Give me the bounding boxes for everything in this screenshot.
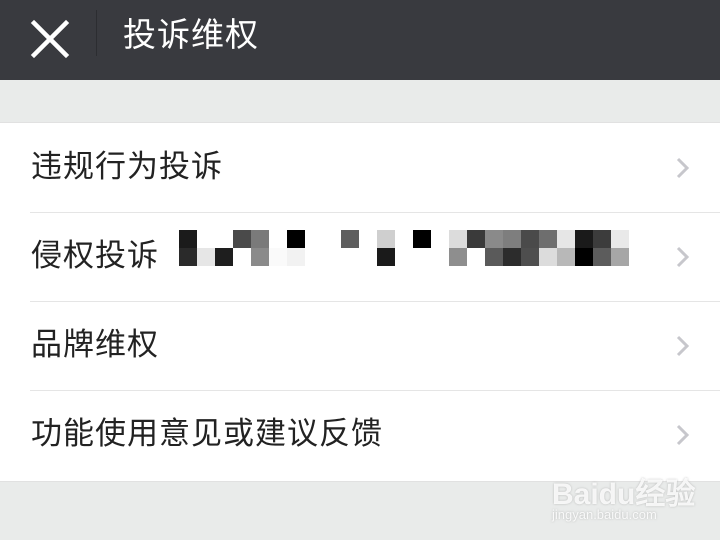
titlebar-divider xyxy=(96,10,97,56)
redaction-pixel xyxy=(377,230,395,248)
menu-item-brand-protection[interactable]: 品牌维权 xyxy=(0,301,720,390)
redaction-pixel xyxy=(485,248,503,266)
redaction-pixel xyxy=(251,248,269,266)
redaction-pixel xyxy=(251,230,269,248)
chevron-right-icon xyxy=(676,157,690,179)
redaction-pixel xyxy=(179,230,197,248)
chevron-right-icon xyxy=(676,424,690,446)
redaction-pixel xyxy=(539,230,557,248)
redaction-pixel xyxy=(377,248,395,266)
menu-list: 违规行为投诉 侵权投诉 品牌维权 功能使用意见或建议反馈 xyxy=(0,122,720,482)
redaction-pixel xyxy=(611,248,629,266)
menu-item-violation-complaint[interactable]: 违规行为投诉 xyxy=(0,123,720,212)
menu-item-label: 侵权投诉 xyxy=(31,238,159,274)
redaction-pixel xyxy=(521,230,539,248)
page-title: 投诉维权 xyxy=(123,15,259,54)
redaction-pixel xyxy=(449,230,467,248)
menu-item-label: 功能使用意见或建议反馈 xyxy=(31,416,383,452)
chevron-right-icon xyxy=(676,246,690,268)
redaction-pixel xyxy=(611,230,629,248)
close-icon xyxy=(24,13,76,65)
redaction-pixel xyxy=(593,248,611,266)
redaction-pixel xyxy=(557,230,575,248)
title-bar: 投诉维权 xyxy=(0,0,720,80)
redaction-pixel xyxy=(449,248,467,266)
redaction-pixel xyxy=(467,230,485,248)
redaction-pixel xyxy=(575,230,593,248)
redaction-pixel xyxy=(557,248,575,266)
redaction-pixel xyxy=(503,248,521,266)
menu-item-label: 违规行为投诉 xyxy=(31,149,223,185)
complaint-page: 投诉维权 违规行为投诉 侵权投诉 品牌维权 功能使用意见或建议反馈 Baidu经… xyxy=(0,0,720,540)
redaction-pixel xyxy=(539,248,557,266)
redaction-pixel xyxy=(215,248,233,266)
redaction-pixel xyxy=(287,248,305,266)
close-button[interactable] xyxy=(24,13,76,65)
redaction-pixel xyxy=(341,230,359,248)
chevron-right-icon xyxy=(676,335,690,357)
redaction-pixel xyxy=(269,248,287,266)
redaction-pixel xyxy=(233,230,251,248)
redaction-pixel xyxy=(503,230,521,248)
redaction-pixel xyxy=(593,230,611,248)
redaction-pixel xyxy=(521,248,539,266)
redaction-pixel xyxy=(197,248,215,266)
redaction-pixel xyxy=(575,248,593,266)
redaction-pixel xyxy=(287,230,305,248)
redaction-pixel xyxy=(485,230,503,248)
menu-item-feedback[interactable]: 功能使用意见或建议反馈 xyxy=(0,390,720,479)
pixelated-redaction xyxy=(179,230,631,266)
redaction-pixel xyxy=(179,248,197,266)
watermark-url: jingyan.baidu.com xyxy=(552,507,657,522)
redaction-pixel xyxy=(413,230,431,248)
menu-item-label: 品牌维权 xyxy=(31,327,159,363)
